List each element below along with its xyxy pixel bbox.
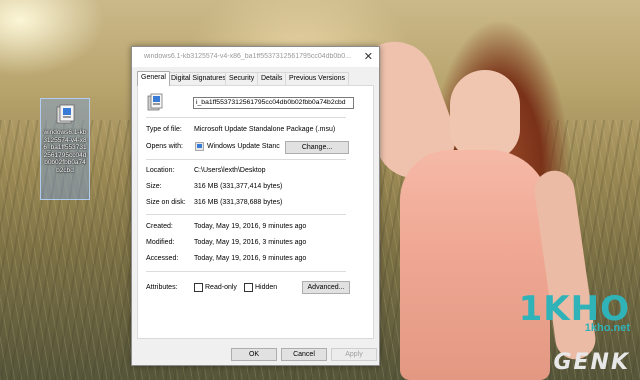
advanced-button[interactable]: Advanced... xyxy=(302,281,350,294)
size-on-disk-value: 316 MB (331,378,688 bytes) xyxy=(194,199,283,206)
modified-label: Modified: xyxy=(146,239,175,246)
size-on-disk-label: Size on disk: xyxy=(146,199,186,206)
tab-general[interactable]: General xyxy=(137,71,170,86)
readonly-label: Read-only xyxy=(205,284,237,291)
tab-security[interactable]: Security xyxy=(225,72,259,85)
properties-dialog: windows6.1-kb3125574-v4-x86_ba1ff5537312… xyxy=(131,46,380,366)
accessed-label: Accessed: xyxy=(146,255,179,262)
size-value: 316 MB (331,377,414 bytes) xyxy=(194,183,283,190)
wallpaper-figure-dress xyxy=(400,150,550,380)
tab-digital-signatures[interactable]: Digital Signatures xyxy=(167,72,230,85)
type-of-file-label: Type of file: xyxy=(146,126,182,133)
file-type-icon xyxy=(147,93,163,111)
opens-with-value: Windows Update Stanc xyxy=(207,143,280,150)
ok-button[interactable]: OK xyxy=(231,348,277,361)
watermark-1kho: 1KHO 1kho.net xyxy=(519,292,630,334)
separator xyxy=(146,159,346,160)
created-label: Created: xyxy=(146,223,173,230)
size-label: Size: xyxy=(146,183,162,190)
separator xyxy=(146,271,346,272)
watermark-genk: GENK xyxy=(553,350,630,375)
attributes-label: Attributes: xyxy=(146,284,178,291)
location-value: C:\Users\lexth\Desktop xyxy=(194,167,266,174)
accessed-value: Today, May 19, 2016, 9 minutes ago xyxy=(194,255,307,262)
location-label: Location: xyxy=(146,167,175,174)
created-value: Today, May 19, 2016, 9 minutes ago xyxy=(194,223,307,230)
tab-previous-versions[interactable]: Previous Versions xyxy=(285,72,350,85)
opens-with-label: Opens with: xyxy=(146,143,183,150)
title-bar[interactable]: windows6.1-kb3125574-v4-x86_ba1ff5537312… xyxy=(132,47,379,67)
hidden-label: Hidden xyxy=(255,284,278,291)
general-panel: i_ba1ff5537312561795cc04db0b02fbb0a74b2c… xyxy=(137,85,374,339)
change-button[interactable]: Change... xyxy=(285,141,349,154)
msu-package-icon xyxy=(56,104,75,124)
file-name-field[interactable]: i_ba1ff5537312561795cc04db0b02fbb0a74b2c… xyxy=(193,97,354,109)
separator xyxy=(146,214,346,215)
window-title: windows6.1-kb3125574-v4-x86_ba1ff5537312… xyxy=(144,53,351,60)
readonly-checkbox[interactable] xyxy=(194,283,203,292)
modified-value: Today, May 19, 2016, 3 minutes ago xyxy=(194,239,307,246)
close-icon[interactable]: ✕ xyxy=(364,50,373,63)
hidden-checkbox[interactable] xyxy=(244,283,253,292)
wallpaper-figure-face xyxy=(450,70,520,160)
cancel-button[interactable]: Cancel xyxy=(281,348,327,361)
tab-details[interactable]: Details xyxy=(257,72,287,85)
desktop-file-label: windows6.1-kb3125574-v4-x86_ba1ff5537312… xyxy=(43,129,87,174)
type-of-file-value: Microsoft Update Standalone Package (.ms… xyxy=(194,126,336,133)
windows-update-icon xyxy=(195,142,204,151)
separator xyxy=(146,117,346,118)
apply-button[interactable]: Apply xyxy=(331,348,377,361)
watermark-logo: 1KHO xyxy=(518,289,630,329)
desktop-file-icon[interactable]: windows6.1-kb3125574-v4-x86_ba1ff5537312… xyxy=(40,98,90,200)
